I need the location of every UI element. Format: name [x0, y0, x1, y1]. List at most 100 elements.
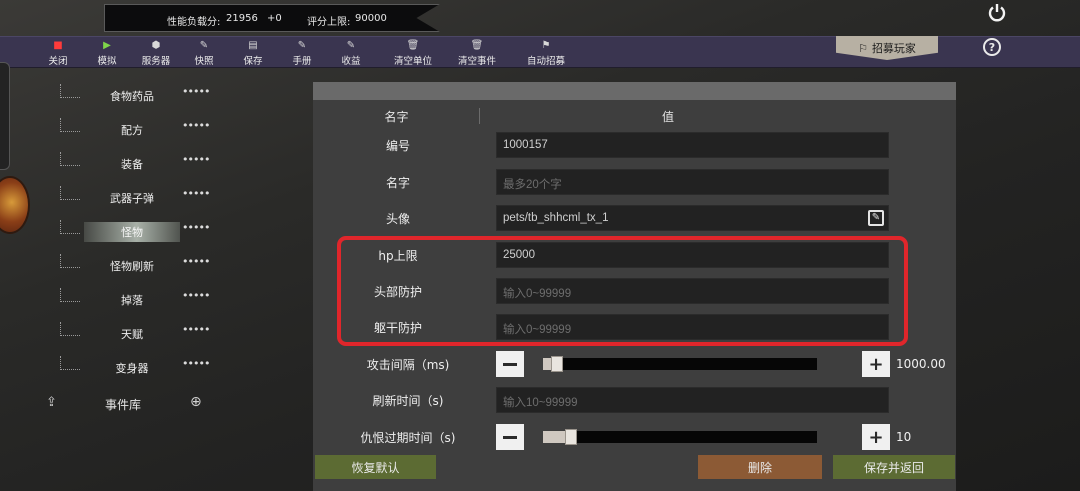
recruit-icon: ⚐ — [858, 41, 868, 55]
auto-recruit-button[interactable]: ⚑ 自动招募 — [523, 39, 569, 67]
hp-label: hp上限 — [378, 249, 418, 263]
id-label: 编号 — [385, 139, 410, 153]
close-button[interactable]: ■ 关闭 — [35, 39, 81, 67]
sidebar-collapse-tab[interactable] — [0, 62, 10, 170]
revenue-button[interactable]: ✎ 收益 — [328, 39, 374, 67]
body-armor-label: 躯干防护 — [373, 321, 422, 335]
body-armor-field[interactable]: 输入0~99999 — [496, 314, 889, 340]
save-return-label: 保存并返回 — [863, 460, 924, 475]
recruit-label: 招募玩家 — [871, 42, 916, 55]
tool-label: 服务器 — [141, 56, 171, 67]
play-icon: ▶ — [103, 40, 111, 51]
simulate-button[interactable]: ▶ 模拟 — [84, 39, 130, 67]
tool-label: 自动招募 — [526, 56, 565, 67]
sidebar-item-equipment[interactable]: 装备 ••••• — [60, 152, 210, 174]
save-and-return-button[interactable]: 保存并返回 — [833, 455, 955, 479]
name-label: 名字 — [385, 176, 410, 190]
tree-branch — [60, 288, 80, 302]
note-icon: ✎ — [297, 40, 307, 51]
load-value: 21956 — [226, 13, 258, 24]
tree-branch — [60, 322, 80, 336]
more-dots-icon[interactable]: ••••• — [182, 85, 210, 98]
sidebar-item-food-medicine[interactable]: 食物药品 ••••• — [60, 84, 210, 106]
add-folder-icon[interactable]: ⊕ — [190, 394, 202, 410]
clear-units-button[interactable]: 🗑 清空单位 — [390, 39, 436, 67]
sidebar-item-weapon-ammo[interactable]: 武器子弹 ••••• — [60, 186, 210, 208]
sidebar-item-label: 怪物 — [84, 222, 180, 242]
aggro-expire-value: 10 — [896, 430, 912, 444]
name-field[interactable]: 最多20个字 — [496, 169, 889, 195]
column-header: 名字 值 — [313, 104, 956, 126]
server-button[interactable]: ⬢ 服务器 — [133, 39, 179, 67]
hp-field[interactable]: 25000 — [496, 242, 889, 268]
sidebar-item-monster-spawn[interactable]: 怪物刷新 ••••• — [60, 254, 210, 276]
name-placeholder: 最多20个字 — [503, 179, 562, 191]
aggro-expire-decrease-button[interactable] — [496, 424, 524, 450]
reset-default-button[interactable]: 恢复默认 — [315, 455, 436, 479]
more-dots-icon[interactable]: ••••• — [182, 255, 210, 268]
property-panel: 名字 值 编号 1000157 名字 最多20个字 头像 pets/tb_shh… — [313, 82, 956, 491]
tool-label: 清空单位 — [393, 56, 432, 67]
edit-icon[interactable]: ✎ — [868, 210, 884, 226]
manual-button[interactable]: ✎ 手册 — [279, 39, 325, 67]
sidebar-item-label: 天赋 — [121, 328, 143, 341]
header-name: 名字 — [384, 110, 409, 124]
attack-interval-label: 攻击间隔（ms) — [366, 358, 450, 372]
tree-branch — [60, 152, 80, 166]
help-button[interactable]: ? — [983, 38, 1001, 56]
more-dots-icon[interactable]: ••••• — [182, 289, 210, 302]
attack-interval-increase-button[interactable]: + — [862, 351, 890, 377]
power-icon — [988, 4, 1006, 22]
more-dots-icon[interactable]: ••••• — [182, 323, 210, 336]
more-dots-icon[interactable]: ••••• — [182, 153, 210, 166]
slider-handle[interactable] — [565, 429, 577, 445]
delete-button[interactable]: 删除 — [698, 455, 822, 479]
sidebar-item-label: 武器子弹 — [110, 192, 154, 205]
sidebar-item-label: 装备 — [121, 158, 143, 171]
tool-label: 清空事件 — [457, 56, 496, 67]
sidebar-item-drop[interactable]: 掉落 ••••• — [60, 288, 210, 310]
clear-events-button[interactable]: 🗑 清空事件 — [454, 39, 500, 67]
power-button[interactable] — [979, 0, 1015, 26]
note-icon: ✎ — [199, 40, 209, 51]
sidebar-item-recipe[interactable]: 配方 ••••• — [60, 118, 210, 140]
score-label: 评分上限: — [307, 17, 351, 28]
aggro-expire-label: 仇恨过期时间（s) — [360, 431, 456, 445]
attack-interval-slider[interactable] — [543, 356, 817, 372]
refresh-time-placeholder: 输入10~99999 — [503, 397, 578, 409]
id-field[interactable]: 1000157 — [496, 132, 889, 158]
aggro-expire-slider[interactable] — [543, 429, 817, 445]
stop-icon: ■ — [53, 40, 63, 51]
event-library-label[interactable]: 事件库 — [105, 396, 141, 413]
trash-icon: 🗑 — [470, 40, 484, 51]
snapshot-button[interactable]: ✎ 快照 — [181, 39, 227, 67]
more-dots-icon[interactable]: ••••• — [182, 119, 210, 132]
sidebar-item-transformer[interactable]: 变身器 ••••• — [60, 356, 210, 378]
help-icon: ? — [988, 40, 996, 54]
tree-branch — [60, 118, 80, 132]
tool-label: 收益 — [341, 56, 361, 67]
load-label: 性能负载分: — [167, 17, 221, 28]
export-icon[interactable]: ⇪ — [46, 395, 57, 410]
tree-branch — [60, 220, 80, 234]
refresh-time-field[interactable]: 输入10~99999 — [496, 387, 889, 413]
header-value: 值 — [661, 110, 674, 124]
avatar[interactable] — [0, 176, 30, 234]
aggro-expire-increase-button[interactable]: + — [862, 424, 890, 450]
head-armor-field[interactable]: 输入0~99999 — [496, 278, 889, 304]
more-dots-icon[interactable]: ••••• — [182, 187, 210, 200]
delete-label: 删除 — [747, 460, 772, 475]
score-value: 90000 — [355, 13, 387, 24]
sidebar-item-talent[interactable]: 天赋 ••••• — [60, 322, 210, 344]
event-library-row: ⇪ 事件库 ⊕ — [44, 394, 212, 414]
sidebar-item-monster[interactable]: 怪物 ••••• — [60, 220, 210, 242]
avatar-field[interactable]: pets/tb_shhcml_tx_1 ✎ — [496, 205, 889, 231]
more-dots-icon[interactable]: ••••• — [182, 357, 210, 370]
tree-branch — [60, 356, 80, 370]
tree-branch — [60, 84, 80, 98]
attack-interval-decrease-button[interactable] — [496, 351, 524, 377]
head-armor-label: 头部防护 — [373, 285, 422, 299]
save-button[interactable]: ▤ 保存 — [230, 39, 276, 67]
slider-handle[interactable] — [551, 356, 563, 372]
more-dots-icon[interactable]: ••••• — [182, 221, 210, 234]
